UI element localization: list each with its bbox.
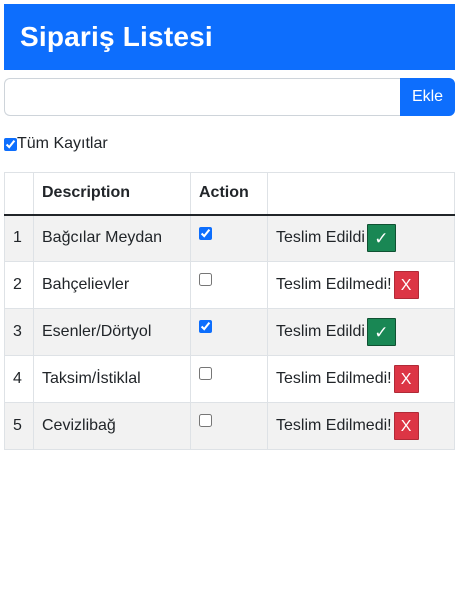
table-row: 5 Cevizlibağ Teslim Edilmedi! X: [4, 402, 455, 450]
row-number: 2: [4, 261, 34, 309]
row-action-cell: [190, 355, 268, 403]
row-status-cell: Teslim Edildi ✓: [267, 308, 455, 356]
delivered-checkbox[interactable]: [199, 273, 212, 287]
page-header: Sipariş Listesi: [4, 4, 455, 70]
status-label: Teslim Edildi: [276, 229, 365, 247]
add-item-form: Ekle: [4, 78, 455, 116]
status-label: Teslim Edilmedi!: [276, 417, 392, 434]
row-action-cell: [190, 402, 268, 450]
table-row: 1 Bağcılar Meydan Teslim Edildi ✓: [4, 214, 455, 262]
row-status-cell: Teslim Edilmedi! X: [267, 402, 455, 450]
row-description: Bahçelievler: [33, 261, 191, 309]
row-number: 3: [4, 308, 34, 356]
close-icon[interactable]: X: [393, 412, 419, 440]
show-all-checkbox[interactable]: [4, 137, 17, 151]
row-action-cell: [190, 308, 268, 356]
row-description: Bağcılar Meydan: [33, 214, 191, 262]
table-row: 2 Bahçelievler Teslim Edilmedi! X: [4, 261, 455, 309]
status-label: Teslim Edilmedi!: [276, 276, 392, 293]
checkmark-icon[interactable]: ✓: [366, 224, 396, 253]
row-number: 1: [4, 214, 34, 262]
delivered-checkbox[interactable]: [199, 226, 212, 240]
new-item-input[interactable]: [4, 78, 400, 116]
row-action-cell: [190, 214, 268, 262]
close-icon[interactable]: X: [393, 271, 419, 299]
delivered-checkbox[interactable]: [199, 414, 212, 428]
row-description: Taksim/İstiklal: [33, 355, 191, 403]
column-header-action: Action: [190, 172, 268, 216]
show-all-label: Tüm Kayıtlar: [17, 135, 108, 152]
row-status-cell: Teslim Edildi ✓: [267, 214, 455, 262]
column-header-status: [267, 172, 455, 216]
column-header-description: Description: [33, 172, 191, 216]
column-header-number: [4, 172, 34, 216]
close-icon[interactable]: X: [393, 365, 419, 393]
table-row: 3 Esenler/Dörtyol Teslim Edildi ✓: [4, 308, 455, 356]
row-description: Esenler/Dörtyol: [33, 308, 191, 356]
checkmark-icon[interactable]: ✓: [366, 318, 396, 346]
row-status-cell: Teslim Edilmedi! X: [267, 355, 455, 403]
delivered-checkbox[interactable]: [199, 367, 212, 381]
add-button[interactable]: Ekle: [400, 78, 455, 116]
row-status-cell: Teslim Edilmedi! X: [267, 261, 455, 309]
orders-table: Description Action 1 Bağcılar Meydan Tesli…: [4, 172, 455, 450]
table-row: 4 Taksim/İstiklal Teslim Edilmedi! X: [4, 355, 455, 403]
status-label: Teslim Edilmedi!: [276, 370, 392, 387]
table-header-row: Description Action: [4, 172, 455, 216]
row-number: 4: [4, 355, 34, 403]
status-label: Teslim Edildi: [276, 323, 365, 340]
show-all-toggle[interactable]: Tüm Kayıtlar: [4, 135, 108, 153]
delivered-checkbox[interactable]: [199, 320, 212, 334]
row-number: 5: [4, 402, 34, 450]
row-action-cell: [190, 261, 268, 309]
row-description: Cevizlibağ: [33, 402, 191, 450]
page-title: Sipariş Listesi: [20, 21, 213, 52]
